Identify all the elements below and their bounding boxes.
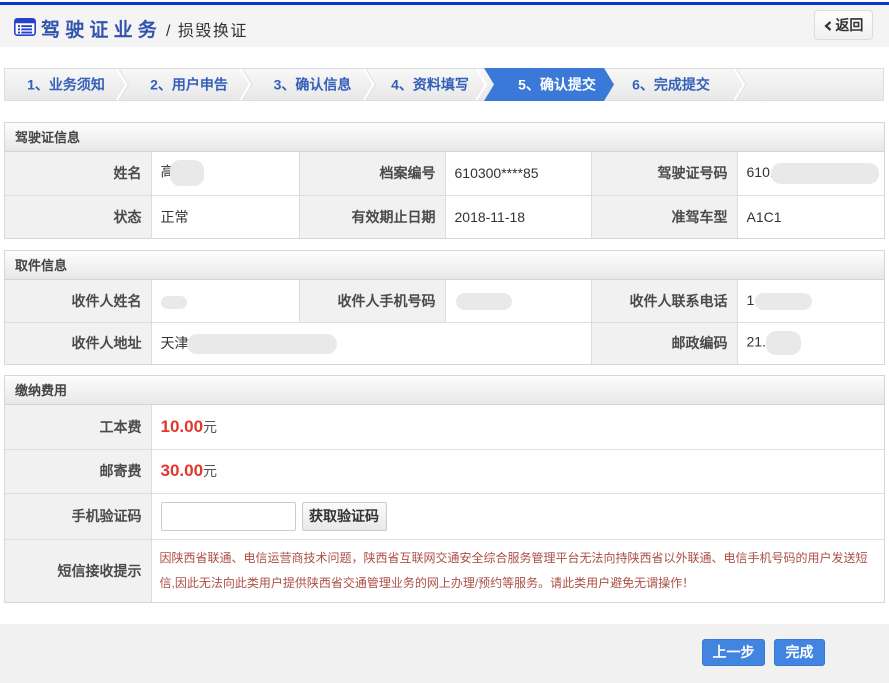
svg-text:4、资料填写: 4、资料填写 [391,77,469,93]
svg-text:5、确认提交: 5、确认提交 [518,77,596,93]
svg-text:2、用户申告: 2、用户申告 [150,77,228,93]
svg-text:6、完成提交: 6、完成提交 [632,77,710,93]
svg-text:3、确认信息: 3、确认信息 [274,77,352,93]
svg-text:1、业务须知: 1、业务须知 [27,77,105,93]
